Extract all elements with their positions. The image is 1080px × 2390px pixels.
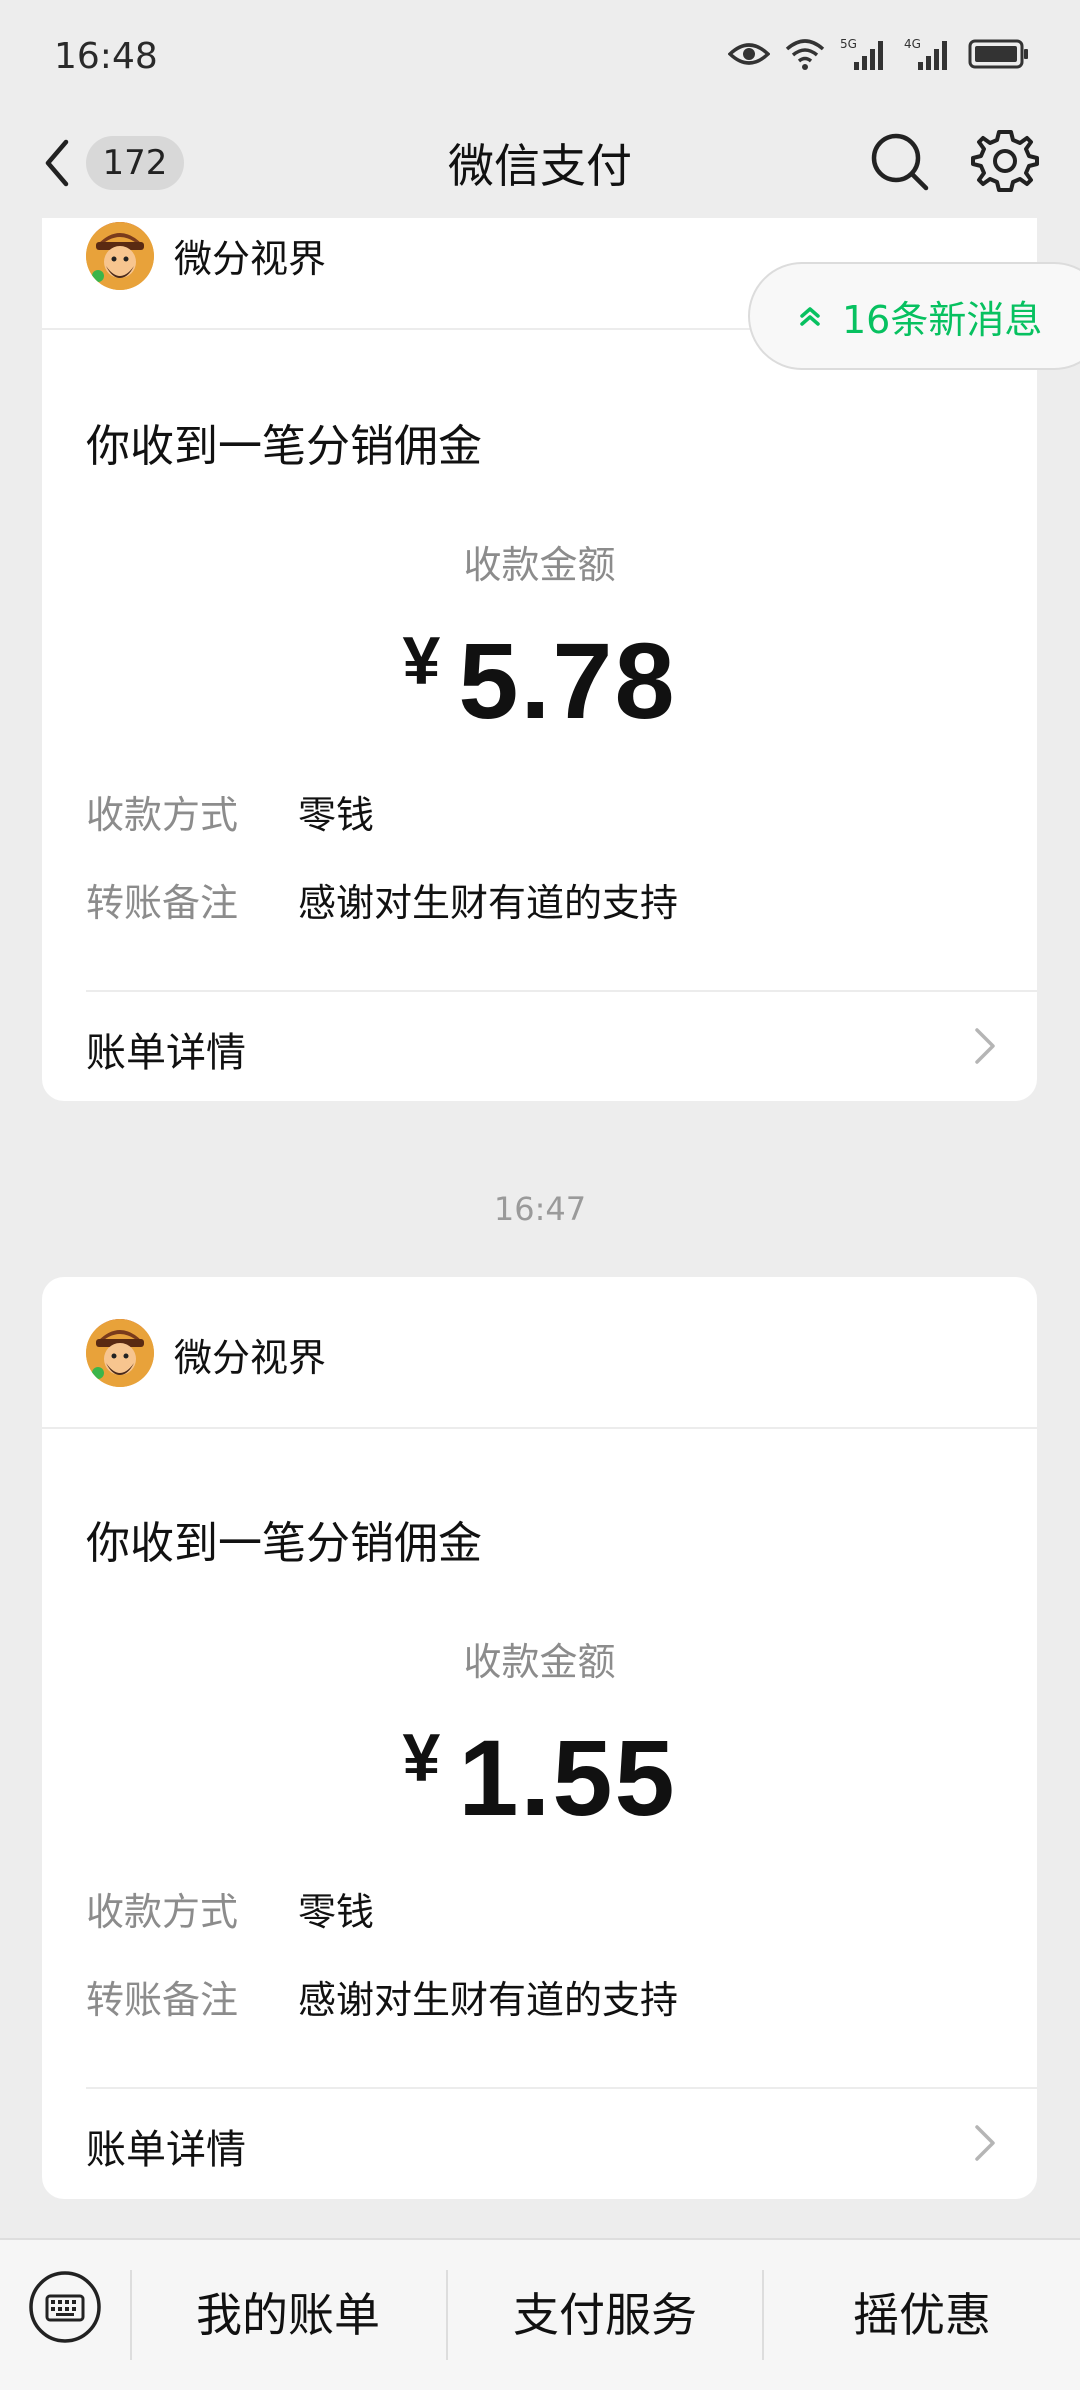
payment-message-card[interactable]: 微分视界 你收到一笔分销佣金 收款金额 ¥1.55 收款方式 零钱 转账备注 感…: [42, 1277, 1037, 2199]
search-icon[interactable]: [866, 128, 932, 194]
message-title: 你收到一笔分销佣金: [86, 421, 482, 472]
amount-value: ¥5.78: [42, 618, 1037, 743]
menu-my-bills[interactable]: 我的账单: [132, 2262, 444, 2362]
bottom-menu-bar: 我的账单 支付服务 摇优惠: [0, 2238, 1080, 2390]
transfer-note-value: 感谢对生财有道的支持: [298, 881, 679, 925]
payment-method-value: 零钱: [298, 793, 375, 837]
card-header: 微分视界: [42, 1277, 1037, 1429]
currency-symbol: ¥: [402, 1720, 441, 1796]
nav-bar: 172 微信支付: [0, 110, 1080, 218]
transfer-note-value: 感谢对生财有道的支持: [298, 1978, 679, 2022]
sender-avatar[interactable]: [86, 1319, 154, 1387]
network-4g-label: 4G: [904, 37, 921, 51]
bill-detail-label: 账单详情: [86, 2127, 246, 2173]
amount-number: 1.55: [458, 1717, 677, 1838]
bill-detail-link[interactable]: 账单详情: [42, 992, 1037, 1101]
message-timestamp: 16:47: [493, 1190, 587, 1228]
network-5g-label: 5G: [840, 37, 857, 51]
payment-method-label: 收款方式: [86, 1890, 239, 1934]
message-title: 你收到一笔分销佣金: [86, 1518, 482, 1569]
transfer-note-label: 转账备注: [86, 1978, 239, 2022]
status-icons: 5G 4G: [728, 36, 1030, 72]
sender-avatar[interactable]: [86, 222, 154, 290]
keyboard-icon[interactable]: [28, 2270, 102, 2344]
menu-payment-services[interactable]: 支付服务: [448, 2262, 762, 2362]
transfer-note-label: 转账备注: [86, 881, 239, 925]
bill-detail-link[interactable]: 账单详情: [42, 2089, 1037, 2199]
signal-4g-icon: 4G: [904, 37, 947, 70]
currency-symbol: ¥: [402, 623, 441, 699]
payment-method-value: 零钱: [298, 1890, 375, 1934]
signal-5g-icon: 5G: [840, 37, 883, 70]
avatar-image-icon: [86, 222, 154, 290]
amount-number: 5.78: [458, 620, 677, 741]
amount-label: 收款金额: [463, 543, 616, 587]
gear-icon[interactable]: [970, 126, 1040, 196]
new-messages-pill[interactable]: 16条新消息: [748, 262, 1080, 370]
eye-icon: [728, 43, 770, 65]
sender-name: 微分视界: [174, 1336, 327, 1380]
chevron-right-icon: [975, 1028, 995, 1064]
avatar-image-icon: [86, 1319, 154, 1387]
chevron-right-icon: [975, 2125, 995, 2161]
sender-name: 微分视界: [174, 237, 327, 281]
amount-label: 收款金额: [463, 1640, 616, 1684]
status-time: 16:48: [54, 36, 158, 77]
menu-shake-deals[interactable]: 摇优惠: [764, 2262, 1080, 2362]
wifi-icon: [785, 39, 825, 70]
double-chevron-up-icon: [800, 307, 820, 326]
new-messages-label: 16条新消息: [842, 297, 1043, 342]
status-bar: 16:48 5G 4G: [0, 0, 1080, 110]
amount-value: ¥1.55: [42, 1715, 1037, 1840]
bill-detail-label: 账单详情: [86, 1030, 246, 1076]
payment-method-label: 收款方式: [86, 793, 239, 837]
battery-icon: [968, 39, 1028, 69]
